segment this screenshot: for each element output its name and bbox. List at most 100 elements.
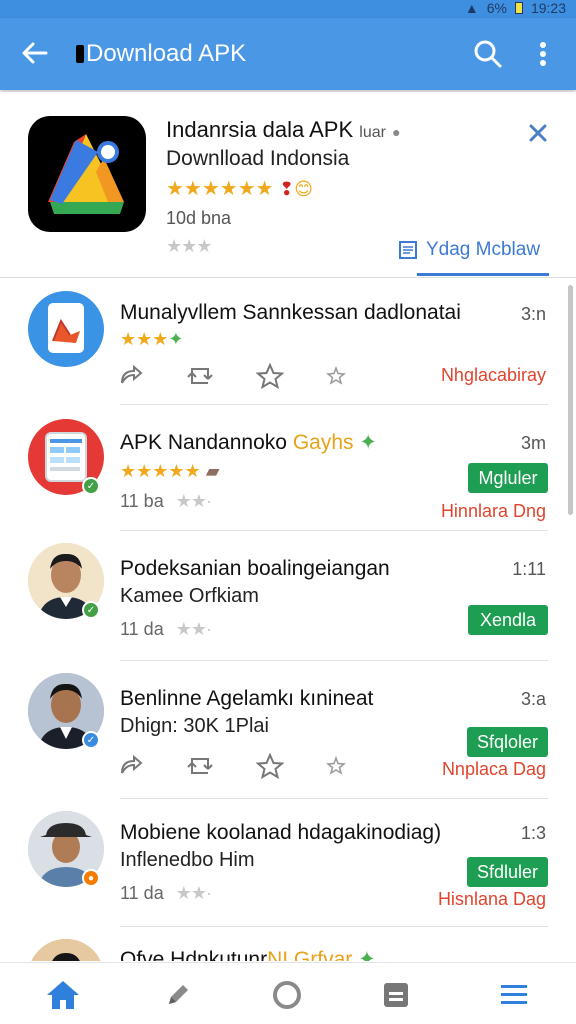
item-meta-stars: ★★· bbox=[175, 883, 212, 903]
nav-home[interactable] bbox=[43, 975, 83, 1015]
reply-icon[interactable] bbox=[118, 365, 144, 387]
item-title: Podeksanian boalingeiangan bbox=[120, 557, 390, 580]
page-title-text: Download APK bbox=[86, 40, 247, 67]
avatar bbox=[28, 939, 104, 961]
item-meta: 11 ba ★★· bbox=[120, 491, 212, 512]
item-title-tail: Gayhs bbox=[292, 431, 354, 454]
verified-badge: ✓ bbox=[82, 731, 100, 749]
retweet-icon[interactable] bbox=[186, 755, 214, 777]
app-title-tail: luar bbox=[359, 124, 386, 141]
item-time: 3:n bbox=[520, 304, 546, 324]
edit-icon bbox=[169, 985, 188, 1004]
star-outline-icon[interactable] bbox=[256, 363, 284, 389]
item-title-text: Ofve Hdnkutunr bbox=[120, 948, 268, 961]
item-time: 3m bbox=[520, 433, 546, 453]
close-button[interactable] bbox=[527, 122, 549, 144]
status-badge: ● bbox=[82, 869, 100, 887]
item-meta: 11 da ★★· bbox=[120, 619, 212, 640]
app-rating: ★★★ bbox=[166, 236, 212, 256]
item-actions bbox=[118, 753, 346, 779]
nav-list[interactable] bbox=[494, 975, 534, 1015]
app-bar: Download APK bbox=[0, 18, 576, 90]
item-stars-text: ★★★★★ bbox=[120, 461, 201, 481]
item-meta-text: 11 da bbox=[120, 619, 164, 639]
item-status-link[interactable]: Nnplaca Dag bbox=[442, 759, 546, 780]
list-item[interactable]: Munalyvllem Sannkessan dadlonatai 3:n ★★… bbox=[0, 279, 576, 405]
item-status-link[interactable]: Hinnlara Dng bbox=[441, 501, 546, 522]
item-title-tail: NI Grfvar bbox=[267, 948, 353, 961]
smile-emoji-icon: 😊 bbox=[294, 179, 313, 199]
back-button[interactable] bbox=[18, 36, 52, 70]
verified-badge: ✓ bbox=[82, 477, 100, 495]
item-time: 1:3 bbox=[520, 823, 546, 843]
item-subtitle: Dhign: 30K 1Plai bbox=[120, 715, 269, 737]
home-icon bbox=[47, 981, 79, 1009]
item-stars: ★★★★★ ▰ bbox=[120, 461, 220, 482]
item-meta-text: 11 da bbox=[120, 883, 164, 903]
item-meta-text: 11 ba bbox=[120, 491, 164, 511]
retweet-icon[interactable] bbox=[186, 365, 214, 387]
tab-indicator bbox=[417, 273, 549, 276]
install-button[interactable]: Mgluler bbox=[468, 463, 548, 493]
bag-icon: ▰ bbox=[205, 461, 220, 481]
avatar bbox=[28, 291, 104, 367]
app-logo-icon bbox=[48, 134, 124, 214]
item-title: Mobiene koolanad hdagakinodiag) bbox=[120, 821, 442, 844]
install-button[interactable]: Sfqloler bbox=[466, 727, 548, 757]
status-bar: ▲ 6% 19:23 bbox=[0, 0, 576, 18]
app-stars: ★★★★★★ ❢😊 bbox=[166, 176, 313, 201]
item-meta-stars: ★★· bbox=[175, 619, 212, 639]
more-options-button[interactable] bbox=[528, 38, 558, 70]
item-title: APK Nandannoko Gayhs ✦ bbox=[120, 430, 377, 455]
list-item[interactable]: ✓ Podeksanian boalingeiangan Kamee Orfki… bbox=[0, 531, 576, 661]
nav-circle[interactable] bbox=[267, 975, 307, 1015]
arrow-left-icon bbox=[22, 42, 48, 64]
nav-tablet[interactable] bbox=[376, 975, 416, 1015]
status-indicators: ▲ 6% 19:23 bbox=[465, 0, 566, 16]
document-icon bbox=[399, 241, 417, 259]
battery-text: 6% bbox=[486, 0, 507, 16]
item-meta: 11 da ★★· bbox=[120, 883, 212, 904]
person-avatar-icon bbox=[28, 939, 104, 961]
list-icon bbox=[501, 985, 527, 1004]
item-time: 1:11 bbox=[512, 559, 546, 579]
search-icon bbox=[474, 40, 502, 68]
exclaim-icon: ❢ bbox=[279, 179, 295, 199]
bottom-navigation bbox=[0, 962, 576, 1024]
app-title: Indanrsia dala APK luar ● bbox=[166, 117, 401, 143]
search-button[interactable] bbox=[472, 38, 504, 70]
item-status-link[interactable]: Hisnlana Dag bbox=[438, 889, 546, 910]
clover-icon: ✦ bbox=[359, 431, 377, 454]
item-subtitle: Kamee Orfkiam bbox=[120, 585, 259, 607]
reply-icon[interactable] bbox=[118, 755, 144, 777]
star-outline-icon[interactable] bbox=[256, 753, 284, 779]
circle-icon bbox=[273, 981, 301, 1009]
item-title-text: APK Nandannoko bbox=[120, 431, 287, 454]
details-link[interactable]: Ydag Mcblaw bbox=[426, 239, 540, 261]
signal-icon: ▲ bbox=[464, 0, 479, 16]
list-item[interactable]: ✓ APK Nandannoko Gayhs ✦ 3m ★★★★★ ▰ Mglu… bbox=[0, 405, 576, 531]
nav-edit[interactable] bbox=[158, 975, 198, 1015]
install-button[interactable]: Sfdluler bbox=[466, 857, 548, 887]
verified-badge: ✓ bbox=[82, 601, 100, 619]
item-status-link[interactable]: Nhglacabiray bbox=[441, 365, 546, 386]
install-button[interactable]: Xendla bbox=[468, 605, 548, 635]
list-item[interactable]: ● Mobiene koolanad hdagakinodiag) Inflen… bbox=[0, 799, 576, 927]
app-title-main: Indanrsia dala APK bbox=[166, 117, 354, 142]
app-logo[interactable] bbox=[28, 116, 146, 232]
dot-icon: ● bbox=[392, 124, 401, 140]
item-meta-stars: ★★· bbox=[175, 491, 212, 511]
item-subtitle: Inflenedbo Him bbox=[120, 849, 255, 871]
app-subtitle: Downlload Indonsia bbox=[166, 147, 350, 170]
star-small-icon[interactable] bbox=[326, 366, 346, 386]
item-title: Munalyvllem Sannkessan dadlonatai bbox=[120, 301, 461, 324]
list-item[interactable]: ✓ Benlinne Agelamkı kınineat Dhign: 30K … bbox=[0, 661, 576, 799]
item-stars: ★★★✦ bbox=[120, 329, 184, 350]
text-cursor bbox=[76, 45, 84, 63]
list-item[interactable]: Ofve HdnkutunrNI Grfvar ✦ bbox=[0, 927, 576, 961]
star-small-icon[interactable] bbox=[326, 756, 346, 776]
app-stars-text: ★★★★★★ bbox=[166, 178, 274, 200]
scrollbar[interactable] bbox=[568, 285, 573, 515]
item-stars-text: ★★★ bbox=[120, 329, 169, 349]
page-title: Download APK bbox=[76, 40, 246, 68]
